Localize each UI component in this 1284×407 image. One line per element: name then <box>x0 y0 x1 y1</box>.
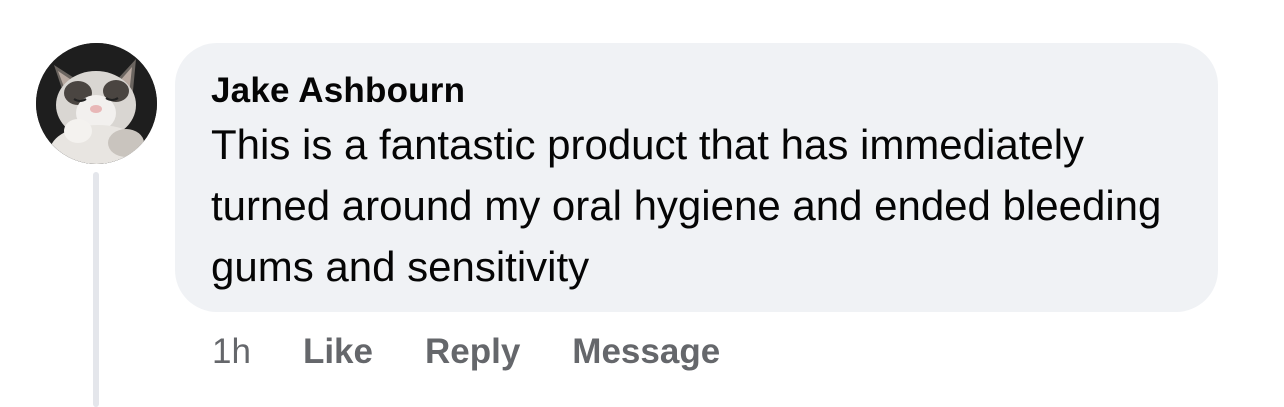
comment-actions-bar: 1h Like Reply Message <box>212 328 720 376</box>
thread-connector-line <box>93 172 99 407</box>
like-button[interactable]: Like <box>303 332 373 372</box>
cat-photo-avatar-icon <box>36 43 157 164</box>
reply-button[interactable]: Reply <box>425 332 520 372</box>
avatar[interactable] <box>36 43 157 164</box>
comment-text: This is a fantastic product that has imm… <box>211 121 1162 290</box>
comment-timestamp[interactable]: 1h <box>212 332 251 372</box>
message-button[interactable]: Message <box>572 332 720 372</box>
comment-author-name[interactable]: Jake Ashbourn <box>211 70 1188 112</box>
comment-bubble: Jake Ashbourn This is a fantastic produc… <box>175 43 1218 312</box>
